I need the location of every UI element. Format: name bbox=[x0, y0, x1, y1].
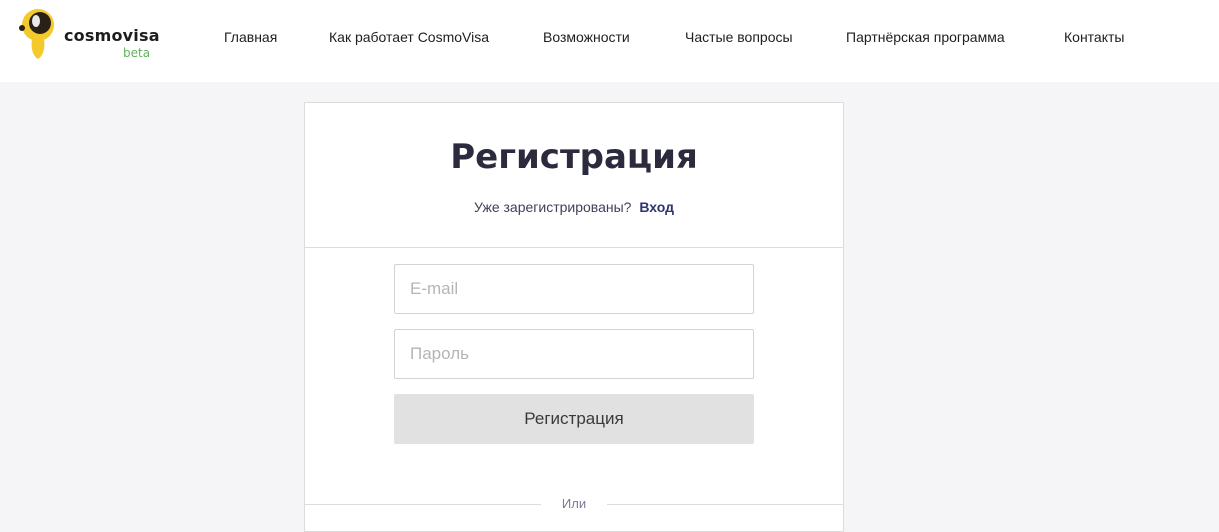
logo-link[interactable]: cosmovisa beta bbox=[18, 8, 168, 64]
card-header: Регистрация Уже зарегистрированы? Вход bbox=[305, 103, 843, 248]
nav-partner-program[interactable]: Партнёрская программа bbox=[846, 28, 1005, 46]
register-button[interactable]: Регистрация bbox=[394, 394, 754, 444]
beta-badge: beta bbox=[123, 46, 151, 60]
astronaut-helmet-icon bbox=[19, 9, 54, 59]
nav-faq[interactable]: Частые вопросы bbox=[685, 28, 793, 46]
page-title: Регистрация bbox=[450, 137, 698, 177]
site-header: cosmovisa beta Главная Как работает Cosm… bbox=[0, 0, 1219, 82]
logo-name: cosmovisa bbox=[64, 26, 160, 45]
login-prompt: Уже зарегистрированы? Вход bbox=[305, 199, 843, 215]
registration-card: Регистрация Уже зарегистрированы? Вход Р… bbox=[304, 102, 844, 532]
nav-contacts[interactable]: Контакты bbox=[1064, 28, 1124, 46]
nav-features[interactable]: Возможности bbox=[543, 28, 630, 46]
password-field[interactable] bbox=[394, 329, 754, 379]
nav-how-it-works[interactable]: Как работает CosmoVisa bbox=[329, 28, 489, 46]
divider-label: Или bbox=[541, 496, 607, 511]
login-link[interactable]: Вход bbox=[639, 199, 674, 215]
email-field[interactable] bbox=[394, 264, 754, 314]
nav-home[interactable]: Главная bbox=[224, 28, 277, 46]
already-registered-text: Уже зарегистрированы? bbox=[474, 199, 632, 215]
